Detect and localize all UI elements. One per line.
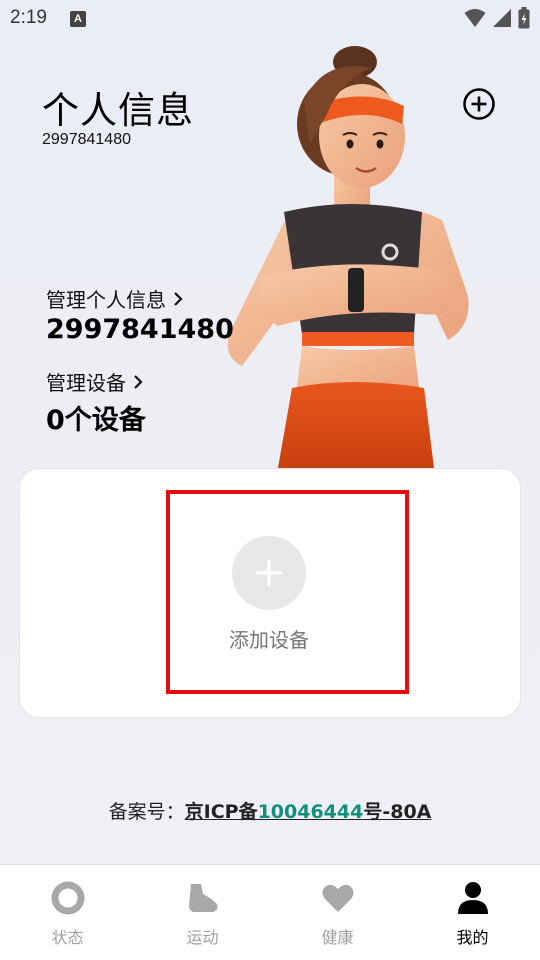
tab-status[interactable]: 状态 bbox=[0, 865, 135, 960]
icp-record: 备案号：京ICP备10046444号-80A bbox=[0, 797, 540, 824]
tab-status-label: 状态 bbox=[51, 928, 84, 947]
heart-icon bbox=[322, 884, 353, 912]
status-icons bbox=[464, 7, 530, 29]
notification-a-icon: A bbox=[70, 11, 86, 27]
shoe-icon bbox=[188, 884, 217, 912]
battery-icon bbox=[518, 7, 530, 29]
icp-number: 10046444 bbox=[257, 801, 364, 823]
tab-health-label: 健康 bbox=[321, 928, 354, 947]
icp-part1: 京ICP备 bbox=[184, 801, 258, 823]
bottom-tab-bar: 状态 运动 健康 我的 bbox=[0, 864, 540, 960]
tab-mine-label: 我的 bbox=[456, 928, 489, 947]
chevron-right-icon bbox=[174, 291, 183, 306]
profile-id-value: 2997841480 bbox=[46, 314, 234, 345]
signal-icon bbox=[493, 9, 511, 27]
tab-health[interactable]: 健康 bbox=[270, 865, 405, 960]
user-id: 2997841480 bbox=[42, 131, 131, 148]
page-title: 个人信息 bbox=[42, 89, 194, 132]
icp-prefix: 备案号： bbox=[108, 801, 185, 823]
fitness-figure-illustration bbox=[227, 46, 469, 468]
manage-devices-link[interactable]: 管理设备 bbox=[46, 367, 144, 396]
status-ring-icon bbox=[51, 881, 84, 915]
icp-link[interactable]: 京ICP备10046444号-80A bbox=[185, 801, 432, 823]
person-icon bbox=[457, 882, 488, 914]
manage-devices-label: 管理设备 bbox=[46, 371, 126, 395]
tab-sport[interactable]: 运动 bbox=[135, 865, 270, 960]
manage-profile-label: 管理个人信息 bbox=[46, 288, 166, 312]
status-time: 2:19 bbox=[10, 7, 47, 28]
status-bar: 2:19 A bbox=[0, 0, 540, 36]
highlight-box bbox=[166, 490, 409, 694]
manage-profile-link[interactable]: 管理个人信息 bbox=[46, 284, 184, 313]
wifi-icon bbox=[464, 9, 486, 27]
tab-mine[interactable]: 我的 bbox=[405, 865, 540, 960]
tab-sport-label: 运动 bbox=[186, 928, 219, 947]
device-count-value: 0个设备 bbox=[46, 405, 146, 436]
chevron-right-icon bbox=[134, 374, 143, 389]
icp-part2: 号-80A bbox=[363, 801, 432, 823]
